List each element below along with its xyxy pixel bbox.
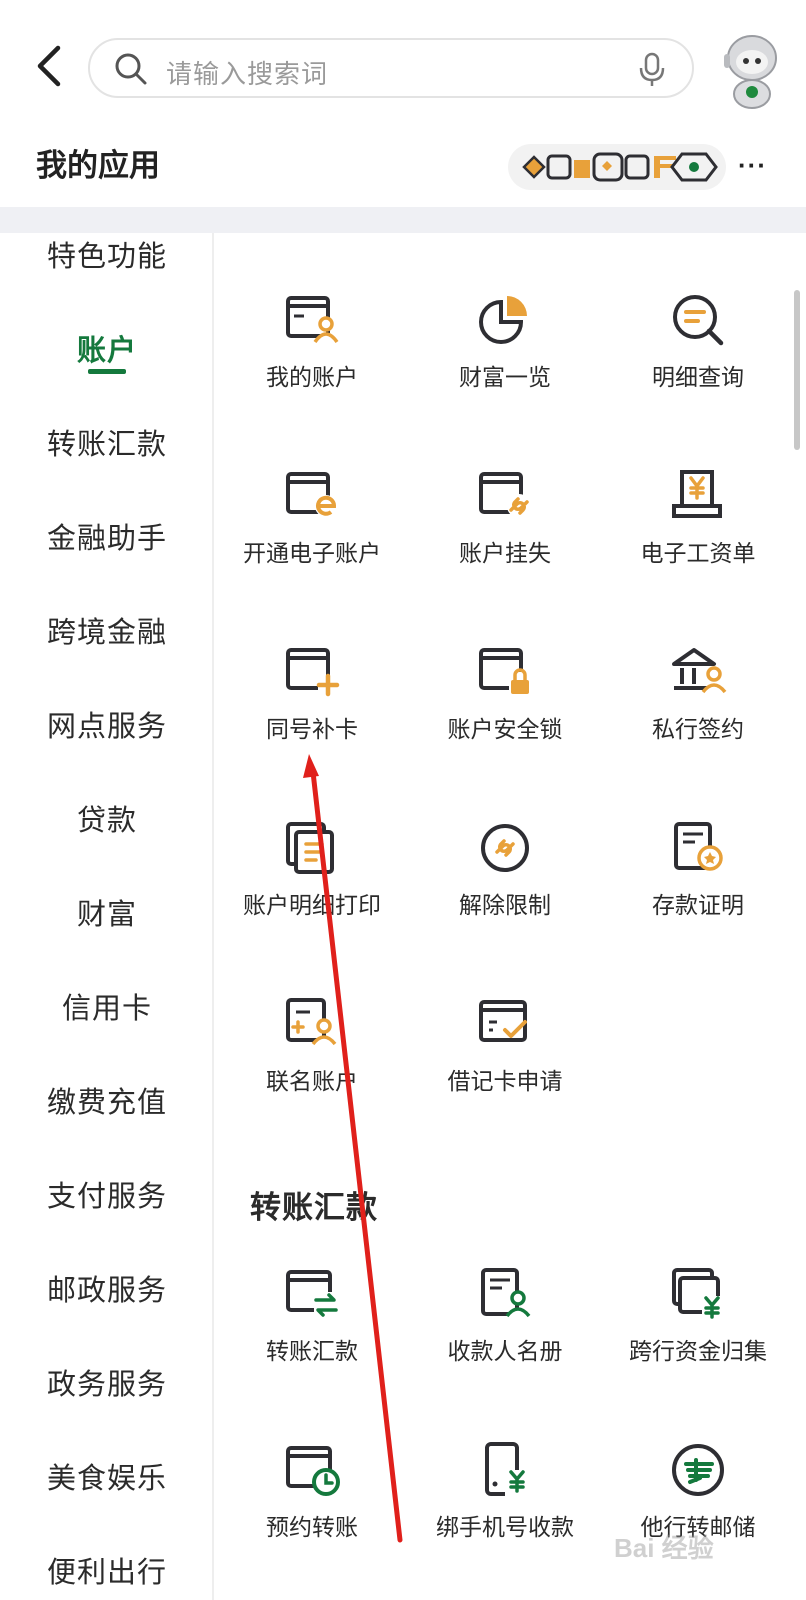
app-label: 转账汇款: [266, 1338, 358, 1364]
sidebar-item-account[interactable]: 账户: [0, 327, 214, 369]
category-sidebar: 特色功能 账户 转账汇款 金融助手 跨境金融 网点服务 贷款 财富 信用卡 缴费…: [0, 233, 214, 1600]
page-title: 我的应用: [36, 148, 160, 183]
search-icon: [115, 53, 147, 85]
app-label: 账户明细打印: [243, 892, 381, 918]
app-card-replacement[interactable]: 同号补卡: [214, 642, 410, 744]
app-label: 联名账户: [266, 1068, 358, 1094]
active-indicator: [88, 369, 126, 374]
search-detail-icon: [673, 295, 724, 346]
app-label: 明细查询: [652, 364, 744, 390]
section-divider: [0, 207, 806, 233]
sidebar-item-government[interactable]: 政务服务: [0, 1361, 214, 1403]
more-menu-button[interactable]: ···: [738, 150, 767, 181]
sidebar-item-travel[interactable]: 便利出行: [0, 1549, 214, 1591]
app-account-security-lock[interactable]: 账户安全锁: [407, 642, 603, 744]
app-scheduled-transfer[interactable]: 预约转账: [214, 1440, 410, 1542]
promo-banner-icon[interactable]: [508, 142, 726, 192]
account-card-icon: [286, 296, 339, 344]
app-report-loss[interactable]: 账户挂失: [407, 466, 603, 568]
app-label: 开通电子账户: [243, 540, 381, 566]
app-label: 账户挂失: [459, 540, 551, 566]
sidebar-item-finance-assistant[interactable]: 金融助手: [0, 515, 214, 557]
sidebar-item-credit-card[interactable]: 信用卡: [0, 985, 214, 1027]
top-bar: 请输入搜索词 我的应用 ···: [0, 0, 806, 205]
watermark-text: Bai 经验: [614, 1533, 714, 1563]
unlock-link-icon: [481, 824, 529, 872]
app-label: 预约转账: [266, 1514, 358, 1540]
app-label: 收款人名册: [447, 1338, 563, 1364]
phone-receive-icon: [485, 1442, 531, 1496]
payee-list-icon: [481, 1268, 531, 1318]
scrollbar[interactable]: [794, 290, 800, 450]
microphone-icon[interactable]: [638, 52, 666, 88]
to-postal-icon: [672, 1444, 724, 1496]
app-e-payslip[interactable]: 电子工资单: [600, 466, 796, 568]
app-my-account[interactable]: 我的账户: [214, 290, 410, 392]
sidebar-item-cross-border[interactable]: 跨境金融: [0, 609, 214, 651]
section-heading-transfer: 转账汇款: [250, 1190, 378, 1225]
app-label: 财富一览: [459, 364, 551, 390]
app-private-banking[interactable]: 私行签约: [600, 642, 796, 744]
app-label: 电子工资单: [640, 540, 756, 566]
sidebar-item-loan[interactable]: 贷款: [0, 797, 214, 839]
deposit-certificate-icon: [674, 822, 723, 871]
app-label: 私行签约: [652, 716, 744, 742]
back-arrow-icon[interactable]: [30, 42, 70, 90]
sidebar-item-food-entertainment[interactable]: 美食娱乐: [0, 1455, 214, 1497]
app-label: 跨行资金归集: [629, 1338, 767, 1364]
print-detail-icon: [286, 822, 334, 874]
sidebar-item-wealth[interactable]: 财富: [0, 891, 214, 933]
card-link-icon: [479, 472, 531, 518]
fund-collect-icon: [672, 1268, 724, 1320]
app-print-details[interactable]: 账户明细打印: [214, 818, 410, 920]
pie-chart-icon: [479, 296, 527, 344]
sidebar-item-bill-payment[interactable]: 缴费充值: [0, 1079, 214, 1121]
app-remove-restriction[interactable]: 解除限制: [407, 818, 603, 920]
app-cross-bank-collection[interactable]: 跨行资金归集: [600, 1264, 796, 1366]
sidebar-item-postal-service[interactable]: 邮政服务: [0, 1267, 214, 1309]
app-wealth-overview[interactable]: 财富一览: [407, 290, 603, 392]
joint-account-icon: [286, 998, 337, 1046]
app-transfer[interactable]: 转账汇款: [214, 1264, 410, 1366]
search-input[interactable]: 请输入搜索词: [166, 54, 328, 91]
transfer-icon: [286, 1270, 338, 1318]
app-phone-number-receive[interactable]: 绑手机号收款: [407, 1440, 603, 1542]
app-payee-list[interactable]: 收款人名册: [407, 1264, 603, 1366]
app-label: 解除限制: [459, 892, 551, 918]
app-detail-query[interactable]: 明细查询: [600, 290, 796, 392]
app-label: 借记卡申请: [447, 1068, 563, 1094]
app-label: 我的账户: [266, 364, 358, 390]
payslip-icon: [672, 470, 722, 518]
app-transfer-to-postal[interactable]: 他行转邮储: [600, 1440, 796, 1542]
debit-card-apply-icon: [479, 1000, 527, 1042]
card-add-icon: [286, 648, 340, 697]
search-bar[interactable]: 请输入搜索词: [88, 38, 694, 98]
app-label: 存款证明: [652, 892, 744, 918]
app-joint-account[interactable]: 联名账户: [214, 994, 410, 1096]
sidebar-item-payment-service[interactable]: 支付服务: [0, 1173, 214, 1215]
scheduled-transfer-icon: [286, 1446, 340, 1496]
card-lock-icon: [479, 648, 531, 696]
sidebar-item-branch-service[interactable]: 网点服务: [0, 703, 214, 745]
app-deposit-certificate[interactable]: 存款证明: [600, 818, 796, 920]
app-label: 账户安全锁: [447, 716, 563, 742]
sidebar-item-transfer[interactable]: 转账汇款: [0, 421, 214, 463]
app-label: 同号补卡: [266, 716, 358, 742]
app-debit-card-apply[interactable]: 借记卡申请: [407, 994, 603, 1096]
e-account-icon: [286, 472, 337, 517]
app-label: 绑手机号收款: [436, 1514, 574, 1540]
app-open-e-account[interactable]: 开通电子账户: [214, 466, 410, 568]
sidebar-item-featured[interactable]: 特色功能: [0, 233, 214, 275]
robot-assistant-icon[interactable]: [716, 28, 788, 110]
private-bank-icon: [672, 648, 727, 694]
